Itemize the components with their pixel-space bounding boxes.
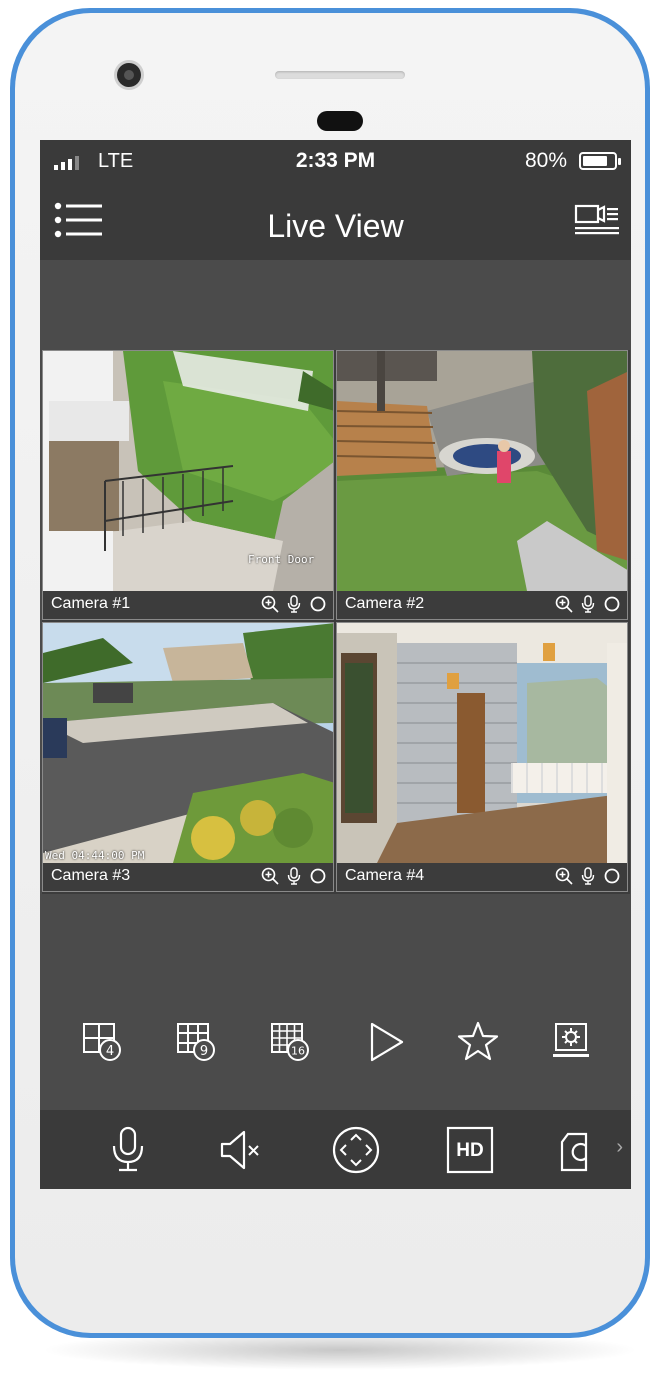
page-title: Live View xyxy=(267,208,404,244)
camera-1-feed[interactable]: Front Door xyxy=(43,351,333,591)
camera-1-bar: Camera #1 xyxy=(43,591,333,619)
zoom-in-icon[interactable] xyxy=(261,867,279,885)
proximity-sensor xyxy=(317,111,363,131)
camera-3-feed[interactable]: Wed 04:44:00 PM xyxy=(43,623,333,863)
microphone-icon[interactable] xyxy=(102,1124,154,1176)
camera-3-bar: Camera #3 xyxy=(43,863,333,891)
camera-1-controls xyxy=(261,595,327,613)
battery-percent: 80% xyxy=(524,149,567,172)
camera-1-overlay: Front Door xyxy=(248,553,315,566)
camera-tile-2[interactable]: Camera #2 xyxy=(336,350,628,620)
zoom-in-icon[interactable] xyxy=(555,595,573,613)
status-bar: LTE 2:33 PM 80% xyxy=(40,140,631,184)
front-camera-lens xyxy=(117,63,141,87)
grid-16-badge: 16 xyxy=(291,1045,305,1058)
snapshot-icon[interactable] xyxy=(556,1124,592,1176)
camera-grid: Front Door Camera #1 Camera #2 Wed 04:44… xyxy=(42,350,630,894)
nav-bar: Live View xyxy=(40,184,631,260)
camera-tile-1[interactable]: Front Door Camera #1 xyxy=(42,350,334,620)
phone-frame: LTE 2:33 PM 80% Live View Front Door Cam… xyxy=(10,8,650,1338)
record-circle-icon[interactable] xyxy=(309,867,327,885)
microphone-icon[interactable] xyxy=(287,595,301,613)
camera-1-label: Camera #1 xyxy=(51,595,131,612)
camera-2-feed[interactable] xyxy=(337,351,627,591)
grid-4-badge: 4 xyxy=(106,1044,114,1059)
grid-16-icon[interactable]: 16 xyxy=(268,1018,316,1066)
camera-tile-3[interactable]: Wed 04:44:00 PM Camera #3 xyxy=(42,622,334,892)
grid-9-icon[interactable]: 9 xyxy=(174,1018,222,1066)
zoom-in-icon[interactable] xyxy=(555,867,573,885)
camera-4-bar: Camera #4 xyxy=(337,863,627,891)
camera-4-feed[interactable] xyxy=(337,623,627,863)
battery-fill xyxy=(583,156,607,166)
play-icon[interactable] xyxy=(362,1018,410,1066)
microphone-icon[interactable] xyxy=(581,867,595,885)
camera-2-controls xyxy=(555,595,621,613)
record-circle-icon[interactable] xyxy=(603,595,621,613)
camera-3-label: Camera #3 xyxy=(51,867,131,884)
earpiece-speaker xyxy=(275,71,405,79)
hd-label: HD xyxy=(456,1140,483,1161)
camera-3-overlay: Wed 04:44:00 PM xyxy=(45,849,145,862)
battery-icon xyxy=(579,152,621,170)
camera-4-controls xyxy=(555,867,621,885)
hd-icon[interactable]: HD xyxy=(444,1124,496,1176)
mute-speaker-icon[interactable] xyxy=(216,1124,268,1176)
action-toolbar: HD › xyxy=(40,1110,631,1189)
record-circle-icon[interactable] xyxy=(309,595,327,613)
app-screen: LTE 2:33 PM 80% Live View Front Door Cam… xyxy=(40,140,631,1189)
camera-tile-4[interactable]: Camera #4 xyxy=(336,622,628,892)
grid-9-badge: 9 xyxy=(200,1044,208,1059)
camera-2-bar: Camera #2 xyxy=(337,591,627,619)
ptz-direction-icon[interactable] xyxy=(330,1124,382,1176)
zoom-in-icon[interactable] xyxy=(261,595,279,613)
record-circle-icon[interactable] xyxy=(603,867,621,885)
camera-4-label: Camera #4 xyxy=(345,867,425,884)
camera-list-icon[interactable] xyxy=(573,200,621,242)
camera-2-label: Camera #2 xyxy=(345,595,425,612)
grid-4-icon[interactable]: 4 xyxy=(80,1018,128,1066)
phone-body: LTE 2:33 PM 80% Live View Front Door Cam… xyxy=(15,13,645,1333)
more-chevron-icon[interactable]: › xyxy=(616,1136,623,1159)
microphone-icon[interactable] xyxy=(287,867,301,885)
layout-toolbar: 4 9 16 xyxy=(40,1000,631,1090)
star-icon[interactable] xyxy=(454,1018,502,1066)
microphone-icon[interactable] xyxy=(581,595,595,613)
camera-3-controls xyxy=(261,867,327,885)
settings-monitor-icon[interactable] xyxy=(548,1018,596,1066)
